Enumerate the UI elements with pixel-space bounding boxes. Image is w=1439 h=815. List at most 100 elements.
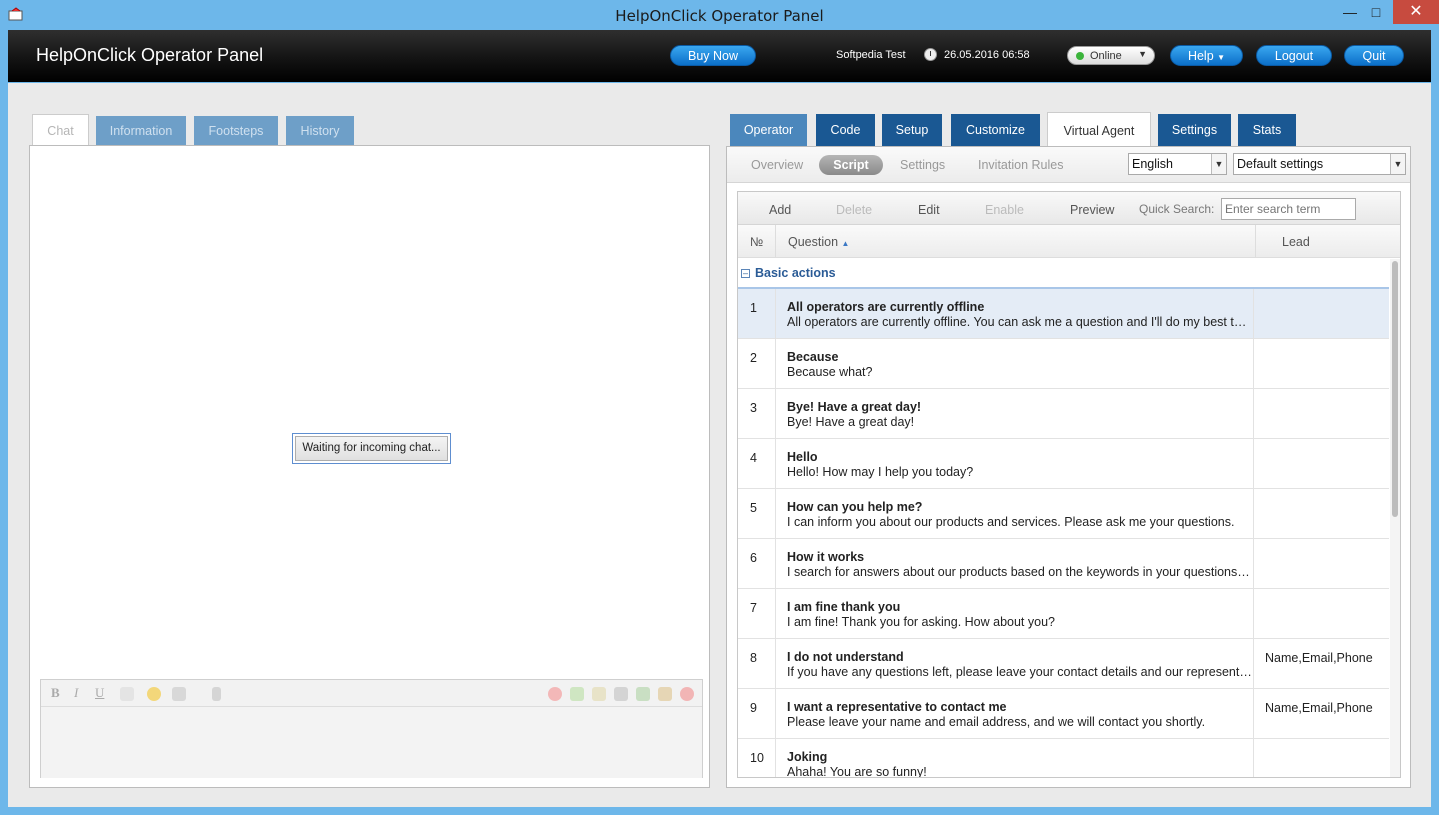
- quit-button[interactable]: Quit: [1344, 45, 1404, 66]
- table-row[interactable]: 1 All operators are currently offline All …: [738, 289, 1389, 339]
- column-question[interactable]: Question ▲: [788, 235, 849, 249]
- subnav-invitation-rules[interactable]: Invitation Rules: [978, 158, 1063, 172]
- table-row[interactable]: 2 Because Because what?: [738, 339, 1389, 389]
- language-value: English: [1132, 157, 1173, 171]
- column-divider: [1253, 389, 1254, 439]
- vertical-scrollbar[interactable]: [1390, 259, 1400, 777]
- row-answer: All operators are currently offline. You…: [787, 315, 1252, 329]
- row-number: 4: [750, 451, 757, 465]
- chevron-down-icon: ▼: [1211, 154, 1226, 174]
- table-row[interactable]: 8 I do not understand If you have any ques…: [738, 639, 1389, 689]
- row-answer: Bye! Have a great day!: [787, 415, 915, 429]
- row-question: I want a representative to contact me: [787, 700, 1007, 714]
- row-number: 8: [750, 651, 757, 665]
- tab-operator[interactable]: Operator: [730, 114, 807, 146]
- profile-value: Default settings: [1237, 157, 1324, 171]
- row-number: 1: [750, 301, 757, 315]
- transfer-icon[interactable]: [570, 687, 584, 701]
- search-input[interactable]: [1221, 198, 1356, 220]
- chat-panel: Waiting for incoming chat... B I U: [29, 145, 710, 788]
- subnav-script[interactable]: Script: [819, 155, 883, 175]
- message-editor: B I U: [40, 679, 703, 778]
- content-area: Chat Information Footsteps History Waiti…: [8, 83, 1431, 807]
- edit-button[interactable]: Edit: [918, 203, 940, 217]
- column-divider: [1253, 689, 1254, 739]
- row-number: 6: [750, 551, 757, 565]
- canned-responses-icon[interactable]: [172, 687, 186, 701]
- row-question: I am fine thank you: [787, 600, 901, 614]
- table-row[interactable]: 10 Joking Ahaha! You are so funny!: [738, 739, 1389, 778]
- table-row[interactable]: 3 Bye! Have a great day! Bye! Have a great…: [738, 389, 1389, 439]
- row-answer: Hello! How may I help you today?: [787, 465, 974, 479]
- subnav-overview[interactable]: Overview: [751, 158, 803, 172]
- status-dropdown[interactable]: Online ▼: [1067, 46, 1155, 65]
- row-number: 7: [750, 601, 757, 615]
- profile-select[interactable]: Default settings ▼: [1233, 153, 1406, 175]
- maximize-button[interactable]: □: [1362, 0, 1390, 24]
- tab-chat[interactable]: Chat: [32, 114, 89, 146]
- row-question: Hello: [787, 450, 818, 464]
- table-row[interactable]: 7 I am fine thank you I am fine! Thank you…: [738, 589, 1389, 639]
- collapse-icon[interactable]: –: [741, 269, 750, 278]
- language-select[interactable]: English ▼: [1128, 153, 1227, 175]
- tab-information[interactable]: Information: [96, 116, 186, 146]
- scrollbar-thumb[interactable]: [1392, 261, 1398, 517]
- tab-customize[interactable]: Customize: [951, 114, 1040, 146]
- message-input[interactable]: [41, 707, 702, 778]
- online-status-icon: [1076, 52, 1084, 60]
- invite-user-icon[interactable]: [636, 687, 650, 701]
- tab-stats[interactable]: Stats: [1238, 114, 1296, 146]
- grid-header: № Question ▲ Lead: [738, 225, 1400, 258]
- italic-button[interactable]: I: [74, 685, 78, 701]
- column-divider: [1253, 739, 1254, 777]
- email-icon[interactable]: [592, 687, 606, 701]
- tab-settings[interactable]: Settings: [1158, 114, 1231, 146]
- column-divider: [1253, 639, 1254, 689]
- tab-setup[interactable]: Setup: [882, 114, 942, 146]
- table-row[interactable]: 9 I want a representative to contact me Pl…: [738, 689, 1389, 739]
- smiley-icon[interactable]: [147, 687, 161, 701]
- tab-footsteps[interactable]: Footsteps: [194, 116, 278, 146]
- chevron-down-icon: ▼: [1390, 154, 1405, 174]
- logout-button[interactable]: Logout: [1256, 45, 1332, 66]
- tab-virtual-agent[interactable]: Virtual Agent: [1047, 112, 1151, 146]
- minimize-button[interactable]: —: [1335, 0, 1365, 24]
- close-button[interactable]: ✕: [1393, 0, 1439, 24]
- waiting-label: Waiting for incoming chat...: [295, 436, 448, 461]
- row-question: Joking: [787, 750, 828, 764]
- group-basic-actions[interactable]: – Basic actions: [738, 259, 1389, 289]
- bold-button[interactable]: B: [51, 685, 60, 701]
- add-button[interactable]: Add: [769, 203, 791, 217]
- table-row[interactable]: 4 Hello Hello! How may I help you today?: [738, 439, 1389, 489]
- column-divider: [1253, 539, 1254, 589]
- datetime: 26.05.2016 06:58: [944, 49, 1030, 61]
- buy-now-button[interactable]: Buy Now: [670, 45, 756, 66]
- table-row[interactable]: 5 How can you help me? I can inform you ab…: [738, 489, 1389, 539]
- tab-code[interactable]: Code: [816, 114, 875, 146]
- attachment-icon[interactable]: [212, 687, 221, 701]
- column-lead[interactable]: Lead: [1282, 235, 1310, 249]
- print-icon[interactable]: [614, 687, 628, 701]
- sub-navigation: Overview Script Settings Invitation Rule…: [727, 147, 1410, 183]
- tab-history[interactable]: History: [286, 116, 354, 146]
- block-icon[interactable]: [548, 687, 562, 701]
- column-number[interactable]: №: [750, 235, 763, 249]
- table-row[interactable]: 6 How it works I search for answers about …: [738, 539, 1389, 589]
- delete-button[interactable]: Delete: [836, 203, 872, 217]
- preview-button[interactable]: Preview: [1070, 203, 1114, 217]
- end-chat-icon[interactable]: [680, 687, 694, 701]
- link-icon[interactable]: [120, 687, 134, 701]
- row-answer: Please leave your name and email address…: [787, 715, 1206, 729]
- help-button[interactable]: Help ▼: [1170, 45, 1243, 66]
- subnav-settings[interactable]: Settings: [900, 158, 945, 172]
- row-answer: Ahaha! You are so funny!: [787, 765, 927, 778]
- column-divider: [1253, 339, 1254, 389]
- chevron-down-icon: ▼: [1217, 53, 1226, 62]
- underline-button[interactable]: U: [95, 685, 104, 701]
- column-question-label: Question: [788, 235, 839, 249]
- enable-button[interactable]: Enable: [985, 203, 1024, 217]
- app-header: HelpOnClick Operator Panel Buy Now Softp…: [8, 30, 1431, 82]
- row-question: All operators are currently offline: [787, 300, 985, 314]
- row-answer: Because what?: [787, 365, 873, 379]
- co-browse-icon[interactable]: [658, 687, 672, 701]
